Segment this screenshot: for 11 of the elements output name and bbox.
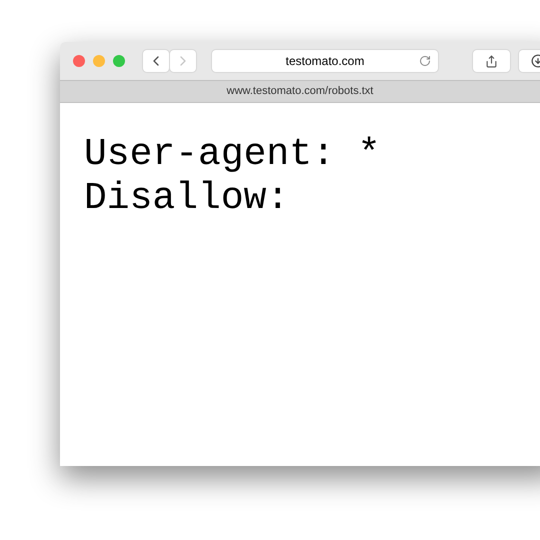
back-button[interactable] [143,50,169,72]
share-icon [485,54,498,68]
maximize-icon[interactable] [113,55,125,67]
minimize-icon[interactable] [93,55,105,67]
reload-icon [419,55,431,67]
share-button[interactable] [473,50,510,72]
tab-title[interactable]: www.testomato.com/robots.txt [60,83,540,100]
address-field[interactable]: testomato.com [212,50,438,72]
close-icon[interactable] [73,55,85,67]
text-line: User-agent: * [84,133,382,177]
text-line: Disallow: [84,177,290,221]
